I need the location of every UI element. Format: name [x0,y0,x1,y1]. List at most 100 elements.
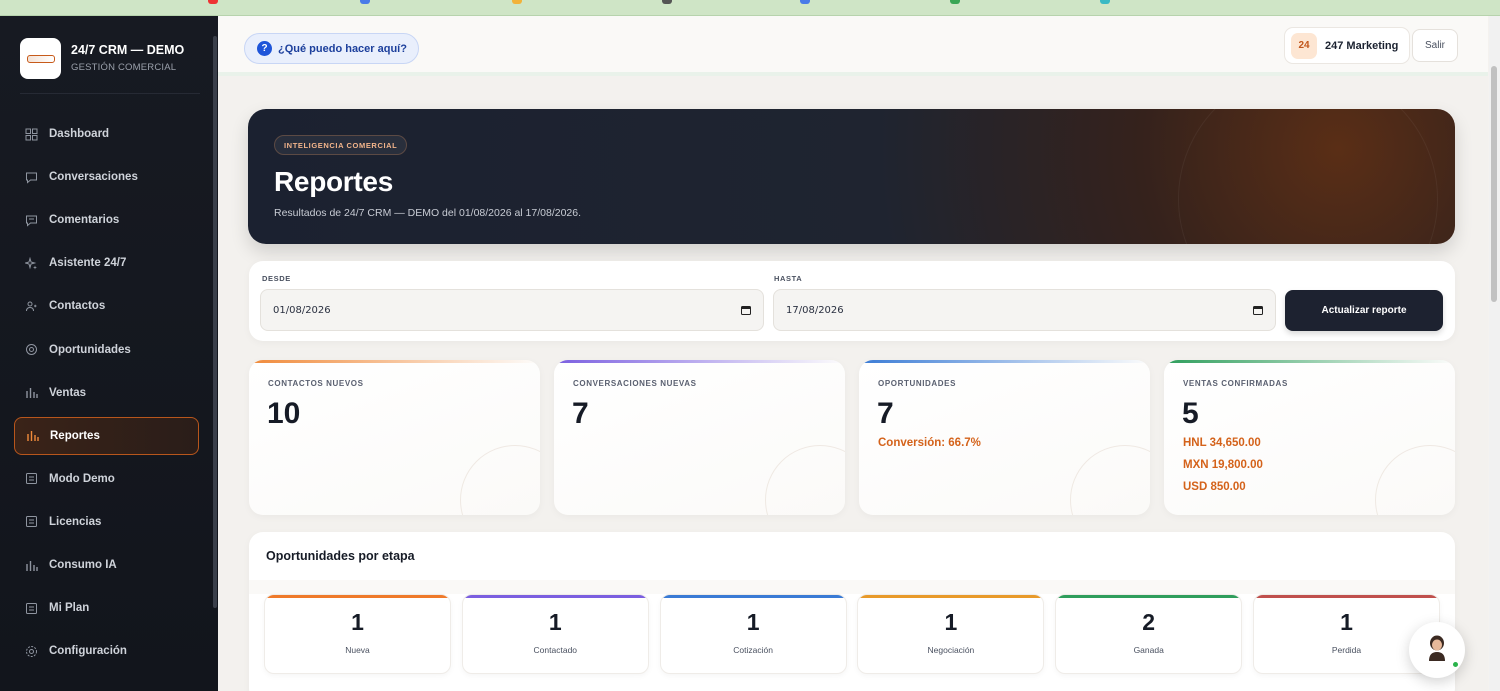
avatar: 24 [1291,32,1317,59]
sidebar-item-consumo-ia[interactable]: Consumo IA [14,546,199,584]
stages-panel: Oportunidades por etapa 1 Nueva 1 Contactad… [249,532,1455,691]
sidebar-item-mi-plan[interactable]: Mi Plan [14,589,199,627]
kpi-label: CONTACTOS NUEVOS [268,379,364,388]
sidebar-item-label: Ventas [49,386,87,399]
user-chip[interactable]: 24 247 Marketing [1284,27,1411,64]
stage-color-bar [1056,595,1242,598]
chat-assistant-button[interactable] [1409,622,1465,678]
stage-color-bar [265,595,450,598]
sparkle-icon [25,256,38,270]
stage-count: 1 [351,609,364,635]
stage-label: Contactado [533,645,578,655]
sidebar-item-label: Configuración [49,645,127,658]
sidebar-item-label: Dashboard [49,128,110,140]
stage-label: Nueva [345,645,370,655]
grid-icon [25,128,38,141]
from-date-input[interactable]: 01/08/2026 [260,289,764,331]
kpi-accent-bar [859,360,1150,363]
sidebar-item-conversaciones[interactable]: Conversaciones [14,158,199,196]
logout-button[interactable]: Salir [1412,29,1458,62]
brand-logo [20,38,61,79]
comment-icon [25,214,38,227]
kpi-detail: Conversión: 66.7% [878,437,981,449]
stage-card: 1 Nueva [264,594,451,674]
from-date-value: 01/08/2026 [273,304,331,316]
hero-banner: INTELIGENCIA COMERCIAL Reportes Resultad… [248,109,1455,244]
bookmark-icon [208,0,218,4]
sidebar-item-label: Consumo IA [49,559,117,571]
online-indicator [1452,661,1459,668]
sidebar-item-licencias[interactable]: Licencias [14,503,199,541]
stage-card: 1 Contactado [461,594,649,674]
update-report-button[interactable]: Actualizar reporte [1285,290,1443,331]
stage-card: 2 Ganada [1055,594,1243,674]
sidebar-item-asistente-24-7[interactable]: Asistente 24/7 [14,244,199,282]
calendar-icon[interactable] [1253,305,1263,315]
sidebar-item-label: Mi Plan [49,602,90,615]
stage-count: 1 [944,609,958,635]
sidebar-item-label: Modo Demo [49,472,115,485]
bar-chart-icon [25,559,38,572]
sidebar-scrollbar[interactable] [213,36,217,608]
stage-count: 2 [1142,609,1156,635]
bookmark-icon [1100,0,1110,4]
from-label: DESDE [262,274,291,283]
kpi-card: OPORTUNIDADES 7 Conversión: 66.7% [859,360,1150,515]
bar-chart-icon [25,386,38,399]
kpi-value: 10 [267,397,301,430]
kpi-detail: USD 850.00 [1183,481,1246,493]
sidebar-item-contactos[interactable]: Contactos [14,287,199,325]
stages-title: Oportunidades por etapa [266,549,415,563]
kpi-value: 7 [572,397,589,430]
stage-color-bar [462,595,648,598]
scrollbar-thumb[interactable] [1491,66,1497,302]
target-icon [25,343,38,356]
sidebar-item-modo-demo[interactable]: Modo Demo [14,460,199,498]
sidebar-item-label: Licencias [49,515,102,528]
kpi-value: 5 [1182,397,1199,430]
kpi-card: CONVERSACIONES NUEVAS 7 [554,360,845,515]
topbar: ? ¿Qué puedo hacer aquí? 24 247 Marketin… [218,16,1488,76]
users-icon [25,300,38,313]
sidebar-item-comentarios[interactable]: Comentarios [14,201,199,239]
kpi-detail: MXN 19,800.00 [1183,459,1263,471]
sidebar: 24/7 CRM — DEMO GESTIÓN COMERCIAL Dashbo… [0,16,218,691]
page-scrollbar[interactable] [1489,16,1500,691]
calendar-icon[interactable] [741,305,751,315]
sidebar-item-label: Comentarios [49,214,120,227]
sidebar-item-label: Reportes [50,429,100,442]
stage-label: Cotización [733,645,773,655]
to-date-input[interactable]: 17/08/2026 [773,289,1276,331]
section-badge: INTELIGENCIA COMERCIAL [274,135,408,155]
sidebar-item-label: Asistente 24/7 [49,257,127,270]
kpi-label: CONVERSACIONES NUEVAS [573,379,697,388]
page-subtitle: Resultados de 24/7 CRM — DEMO del 01/08/… [274,207,582,219]
page-title: Reportes [274,166,393,197]
kpi-label: VENTAS CONFIRMADAS [1183,379,1288,388]
stage-color-bar [660,595,846,598]
bookmark-icon [800,0,810,4]
sidebar-item-label: Contactos [49,300,106,313]
kpi-value: 7 [877,397,894,430]
kpi-card: VENTAS CONFIRMADAS 5 HNL 34,650.00 MXN 19,8… [1164,360,1455,515]
sidebar-item-dashboard[interactable]: Dashboard [14,115,199,153]
help-button[interactable]: ? ¿Qué puedo hacer aquí? [244,33,419,64]
bookmark-icon [950,0,960,4]
help-icon: ? [257,41,272,56]
stage-label: Negociación [927,645,975,655]
brand-subtitle: GESTIÓN COMERCIAL [71,62,177,73]
sidebar-item-label: Oportunidades [49,343,131,356]
to-label: HASTA [774,274,803,283]
sidebar-item-oportunidades[interactable]: Oportunidades [14,331,199,369]
document-icon [25,515,38,528]
sidebar-item-ventas[interactable]: Ventas [14,374,199,412]
sidebar-item-configuración[interactable]: Configuración [14,632,199,670]
kpi-accent-bar [1164,360,1455,363]
kpi-accent-bar [249,360,540,363]
sidebar-item-reportes[interactable]: Reportes [14,416,199,455]
document-icon [25,472,38,485]
bookmark-icon [662,0,672,4]
bar-chart-icon [26,429,39,442]
kpi-accent-bar [554,360,845,363]
stage-count: 1 [548,609,562,635]
